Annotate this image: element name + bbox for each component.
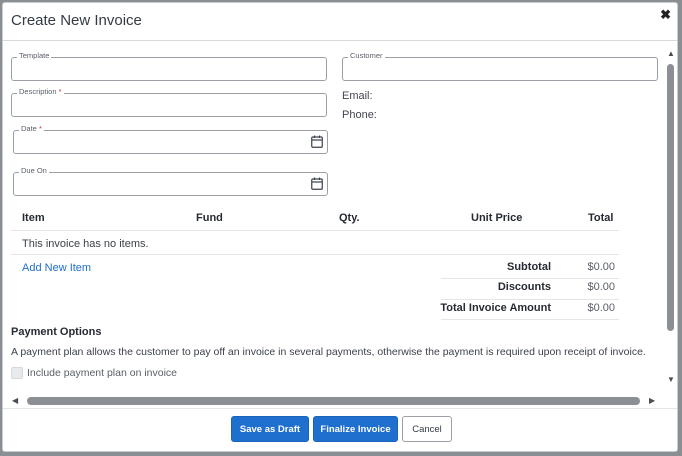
horizontal-scroll-thumb[interactable] [27,397,640,405]
discounts-label: Discounts [497,281,551,293]
column-header-qty: Qty. [339,212,360,224]
scroll-right-icon[interactable]: ▶ [649,396,655,405]
discounts-value: $0.00 [587,281,615,293]
payment-plan-checkbox-label: Include payment plan on invoice [27,367,178,379]
column-header-item: Item [22,212,45,224]
subtotal-value: $0.00 [587,261,615,273]
payment-plan-checkbox[interactable] [11,367,23,379]
phone-label: Phone: [342,109,377,121]
add-new-item-link[interactable]: Add New Item [22,262,91,274]
total-amount-label: Total Invoice Amount [440,302,551,314]
table-divider [11,254,619,255]
cancel-button[interactable]: Cancel [402,416,452,442]
required-mark: * [58,87,62,96]
table-divider [11,230,619,231]
calendar-icon[interactable] [311,177,323,190]
footer-divider [3,408,677,409]
vertical-scroll-thumb[interactable] [667,64,674,331]
modal-title: Create New Invoice [11,12,142,29]
column-header-total: Total [588,212,614,224]
finalize-invoice-button[interactable]: Finalize Invoice [313,416,398,442]
column-header-fund: Fund [196,212,223,224]
subtotal-label: Subtotal [507,261,551,273]
due-on-input[interactable] [18,176,305,194]
summary-divider [441,299,619,300]
column-header-unit-price: Unit Price [471,212,523,224]
calendar-icon[interactable] [311,135,323,148]
summary-divider [441,319,619,320]
date-field[interactable]: Date * [13,123,328,154]
template-input[interactable] [16,61,304,79]
due-on-field[interactable]: Due On [13,165,328,196]
date-input[interactable] [18,134,305,152]
payment-options-description: A payment plan allows the customer to pa… [11,346,646,358]
email-label: Email: [342,90,373,102]
save-as-draft-button[interactable]: Save as Draft [231,416,309,442]
modal-header: Create New Invoice ✖ [3,3,677,41]
empty-items-message: This invoice has no items. [22,238,149,250]
scroll-down-icon[interactable]: ▼ [667,375,675,384]
create-invoice-modal: Create New Invoice ✖ Template Customer D… [2,2,678,452]
close-icon[interactable]: ✖ [660,7,671,23]
scroll-left-icon[interactable]: ◀ [12,396,18,405]
customer-field[interactable]: Customer [342,50,658,81]
description-input[interactable] [16,97,304,115]
scroll-up-icon[interactable]: ▲ [667,49,675,58]
description-field[interactable]: Description * [11,86,327,117]
template-field[interactable]: Template [11,50,327,81]
payment-options-title: Payment Options [11,326,102,338]
total-amount-value: $0.00 [587,302,615,314]
summary-divider [441,278,619,279]
required-mark: * [38,124,42,133]
customer-input[interactable] [347,61,635,79]
